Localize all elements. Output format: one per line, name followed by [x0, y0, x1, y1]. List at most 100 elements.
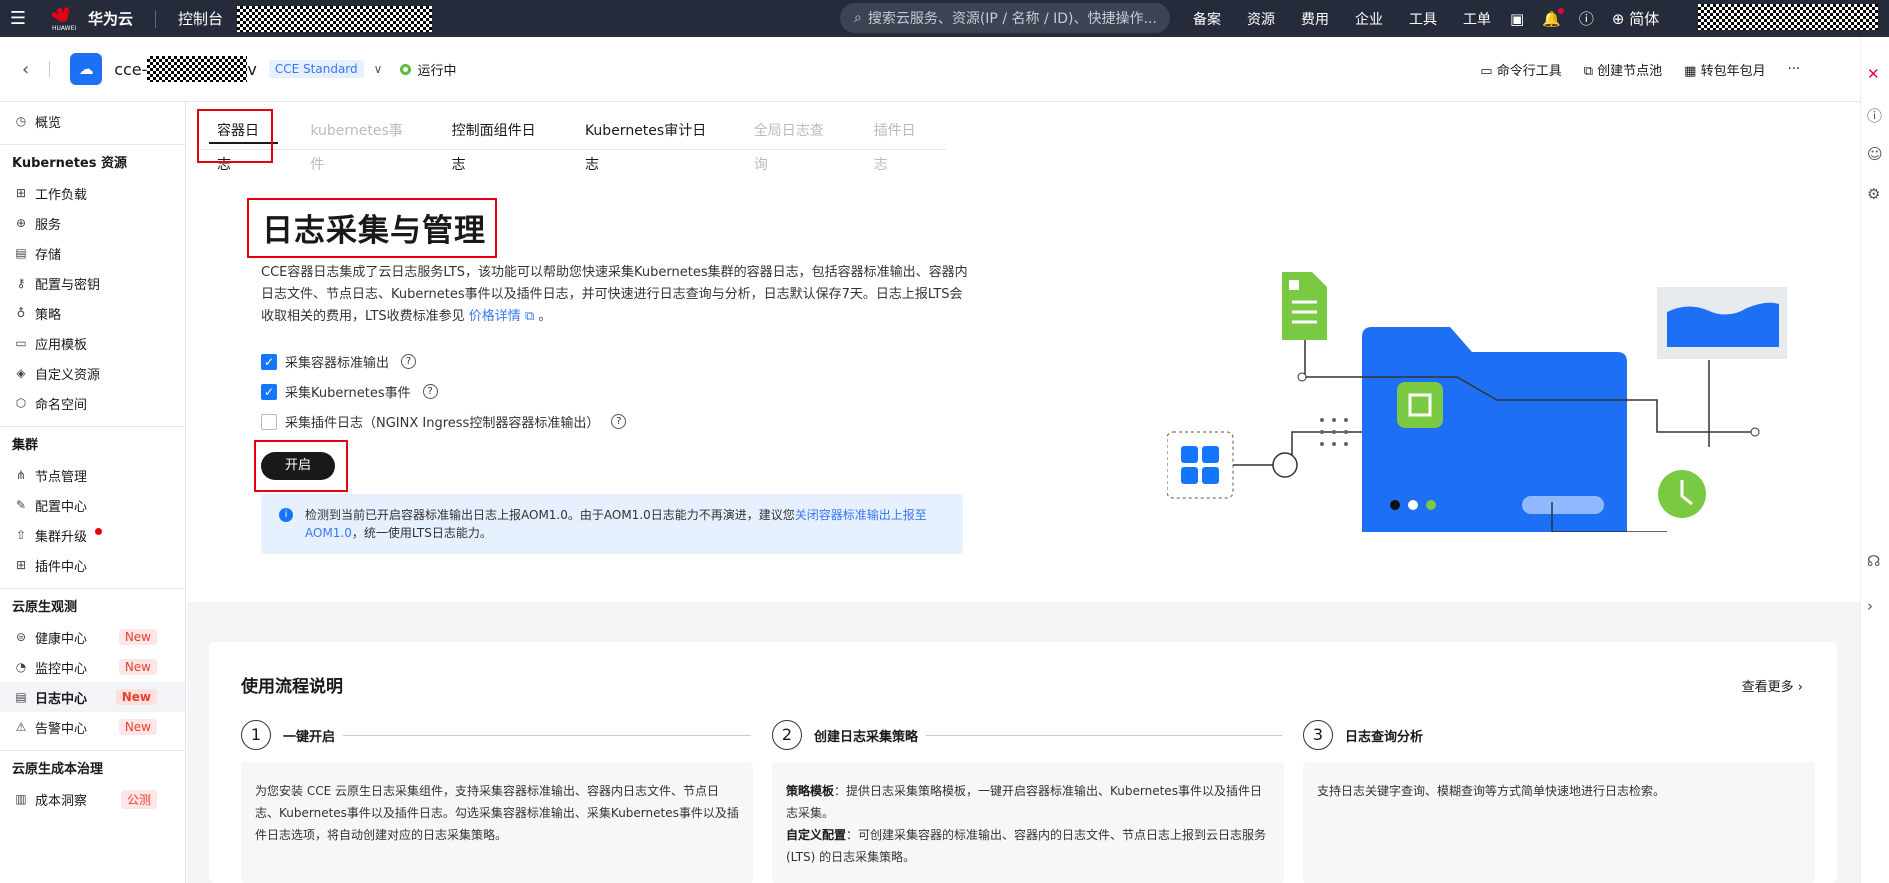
- nav-tickets[interactable]: 工单: [1463, 9, 1491, 29]
- to-monthly-button[interactable]: ▦ 转包年包月: [1684, 60, 1765, 79]
- nav-billing[interactable]: 费用: [1301, 9, 1329, 29]
- sidebar-item-label: 告警中心: [35, 721, 88, 737]
- nav-beian[interactable]: 备案: [1193, 9, 1221, 29]
- key-icon: ⚷: [16, 276, 26, 290]
- step-title: 日志查询分析: [1345, 729, 1424, 745]
- notification-dot: [1557, 7, 1564, 14]
- step-3: 3 日志查询分析: [1303, 720, 1813, 750]
- globe-icon: ⊕: [15, 216, 27, 230]
- sidebar-item-namespaces[interactable]: ⬡ 命名空间: [0, 388, 185, 418]
- hamburger-icon[interactable]: ☰: [0, 8, 36, 29]
- tab-addon-logs[interactable]: 插件日志: [854, 114, 947, 173]
- help-icon[interactable]: ⓘ: [1867, 105, 1882, 126]
- step-1-box: 为您安装 CCE 云原生日志采集组件，支持采集容器标准输出、容器内日志文件、节点…: [241, 762, 753, 883]
- pricing-link[interactable]: 价格详情: [469, 309, 521, 324]
- external-link-icon[interactable]: ⧉: [521, 309, 534, 324]
- sidebar-item-templates[interactable]: ▭ 应用模板: [0, 328, 185, 358]
- sidebar-item-crd[interactable]: ◈ 自定义资源: [0, 358, 185, 388]
- sidebar-item-config-secrets[interactable]: ⚷ 配置与密钥: [0, 268, 185, 298]
- sidebar-section-cost: 云原生成本治理: [0, 750, 185, 784]
- bell-icon[interactable]: 🔔: [1542, 7, 1564, 28]
- tab-k8s-events[interactable]: kubernetes事件: [290, 114, 431, 173]
- sidebar-item-nodes[interactable]: ⋔ 节点管理: [0, 460, 185, 490]
- help-icon[interactable]: ⓘ: [1579, 8, 1594, 29]
- sidebar-item-overview[interactable]: ◷ 概览: [0, 106, 185, 136]
- tab-global-query[interactable]: 全局日志查询: [734, 114, 854, 173]
- monthly-label: 转包年包月: [1700, 64, 1766, 79]
- view-more-label: 查看更多: [1741, 680, 1794, 695]
- apps-box: [1167, 431, 1234, 499]
- sidebar-item-upgrade[interactable]: ⇧ 集群升级: [0, 520, 185, 550]
- top-bar: ☰ HUAWEI 华为云 控制台 ⌕ 搜索云服务、资源(IP / 名称 / ID…: [0, 0, 1889, 37]
- info-end: ，统一使用LTS日志能力。: [351, 526, 492, 540]
- help-icon[interactable]: ?: [401, 354, 417, 369]
- back-arrow-icon[interactable]: ‹: [22, 59, 29, 80]
- brand[interactable]: HUAWEI 华为云: [50, 5, 133, 33]
- headset-icon[interactable]: ☊: [1867, 552, 1880, 570]
- cli-tool-button[interactable]: ▭ 命令行工具: [1480, 60, 1561, 79]
- nodepool-icon: ⧉: [1583, 64, 1598, 79]
- file-icon: [1282, 272, 1327, 340]
- main-content: 容器日志 kubernetes事件 控制面组件日志 Kubernetes审计日志…: [187, 102, 1860, 883]
- nav-resources[interactable]: 资源: [1247, 9, 1275, 29]
- top-nav: 备案 资源 费用 企业 工具 工单: [1193, 0, 1517, 37]
- more-button[interactable]: ···: [1788, 62, 1800, 77]
- search-input[interactable]: ⌕ 搜索云服务、资源(IP / 名称 / ID)、快捷操作...: [840, 3, 1170, 33]
- tab-control-plane-logs[interactable]: 控制面组件日志: [432, 114, 565, 173]
- masked-region: [237, 5, 433, 32]
- check-icon: ✓: [261, 383, 277, 400]
- monitor-icon: ◔: [15, 660, 27, 674]
- ai-assistant-icon[interactable]: ✕: [1867, 65, 1880, 83]
- cluster-status: 运行中: [400, 60, 456, 79]
- step-number: 2: [772, 720, 802, 750]
- sidebar-item-policies[interactable]: ♁ 策略: [0, 298, 185, 328]
- step-key: 自定义配置: [786, 828, 847, 842]
- terminal-icon[interactable]: ▣: [1510, 10, 1524, 28]
- sidebar-item-logs[interactable]: ▤ 日志中心 New: [0, 682, 185, 712]
- sidebar-item-monitoring[interactable]: ◔ 监控中心 New: [0, 652, 185, 682]
- sidebar-item-workloads[interactable]: ⊞ 工作负载: [0, 178, 185, 208]
- top-icons: ▣ 🔔 ⓘ ⊕ 简体: [1510, 0, 1677, 37]
- step-text: ：可创建采集容器的标准输出、容器内的日志文件、节点日志上报到云日志服务(LTS)…: [786, 828, 1267, 864]
- gear-icon[interactable]: ⚙: [1867, 185, 1880, 203]
- edition-badge: CCE Standard: [268, 60, 364, 78]
- sidebar-item-storage[interactable]: ▤ 存储: [0, 238, 185, 268]
- nav-enterprise[interactable]: 企业: [1355, 9, 1383, 29]
- sidebar-item-services[interactable]: ⊕ 服务: [0, 208, 185, 238]
- view-more-link[interactable]: 查看更多 ›: [1742, 676, 1803, 695]
- smile-icon[interactable]: ☺: [1867, 145, 1883, 163]
- workload-icon: ⊞: [15, 186, 27, 200]
- chevron-down-icon[interactable]: ∨: [374, 62, 383, 76]
- cluster-name-prefix[interactable]: cce-: [114, 60, 147, 79]
- checkbox-addon-logs[interactable]: 采集插件日志（NGINX Ingress控制器容器标准输出）?: [261, 412, 627, 431]
- help-icon[interactable]: ?: [422, 384, 438, 399]
- step-title: 创建日志采集策略: [814, 729, 919, 745]
- masked-account: [1698, 4, 1878, 30]
- sidebar-item-label: 插件中心: [35, 559, 88, 575]
- tab-audit-logs[interactable]: Kubernetes审计日志: [565, 114, 734, 173]
- create-nodepool-button[interactable]: ⧉ 创建节点池: [1584, 60, 1662, 79]
- nav-tools[interactable]: 工具: [1409, 9, 1437, 29]
- health-icon: ⊜: [15, 630, 27, 644]
- sidebar-item-health[interactable]: ⊜ 健康中心 New: [0, 622, 185, 652]
- dashboard-icon: ◷: [15, 114, 27, 128]
- help-icon[interactable]: ?: [611, 414, 627, 429]
- wrench-icon: ✎: [15, 498, 27, 512]
- divider: [155, 9, 157, 28]
- chevron-right-icon[interactable]: ›: [1867, 597, 1873, 615]
- cli-label: 命令行工具: [1496, 64, 1562, 79]
- alarm-icon: ⚠: [15, 720, 27, 734]
- sidebar-item-alarms[interactable]: ⚠ 告警中心 New: [0, 712, 185, 742]
- sidebar-item-label: 健康中心: [35, 631, 88, 647]
- sidebar-item-cost-insight[interactable]: ▥ 成本洞察 公测: [0, 784, 185, 814]
- chevron-right-icon: ›: [1797, 680, 1803, 695]
- checkbox-k8s-events[interactable]: ✓ 采集Kubernetes事件?: [261, 382, 438, 401]
- sidebar-section-observability: 云原生观测: [0, 588, 185, 622]
- globe-icon: ⊕: [1611, 10, 1625, 28]
- sidebar-item-config-center[interactable]: ✎ 配置中心: [0, 490, 185, 520]
- cube-icon: ⬡: [15, 396, 27, 410]
- language-switch[interactable]: ⊕ 简体: [1612, 8, 1659, 29]
- checkbox-stdout[interactable]: ✓ 采集容器标准输出?: [261, 352, 417, 371]
- sidebar-item-addons[interactable]: ⊞ 插件中心: [0, 550, 185, 580]
- console-link[interactable]: 控制台: [178, 8, 223, 29]
